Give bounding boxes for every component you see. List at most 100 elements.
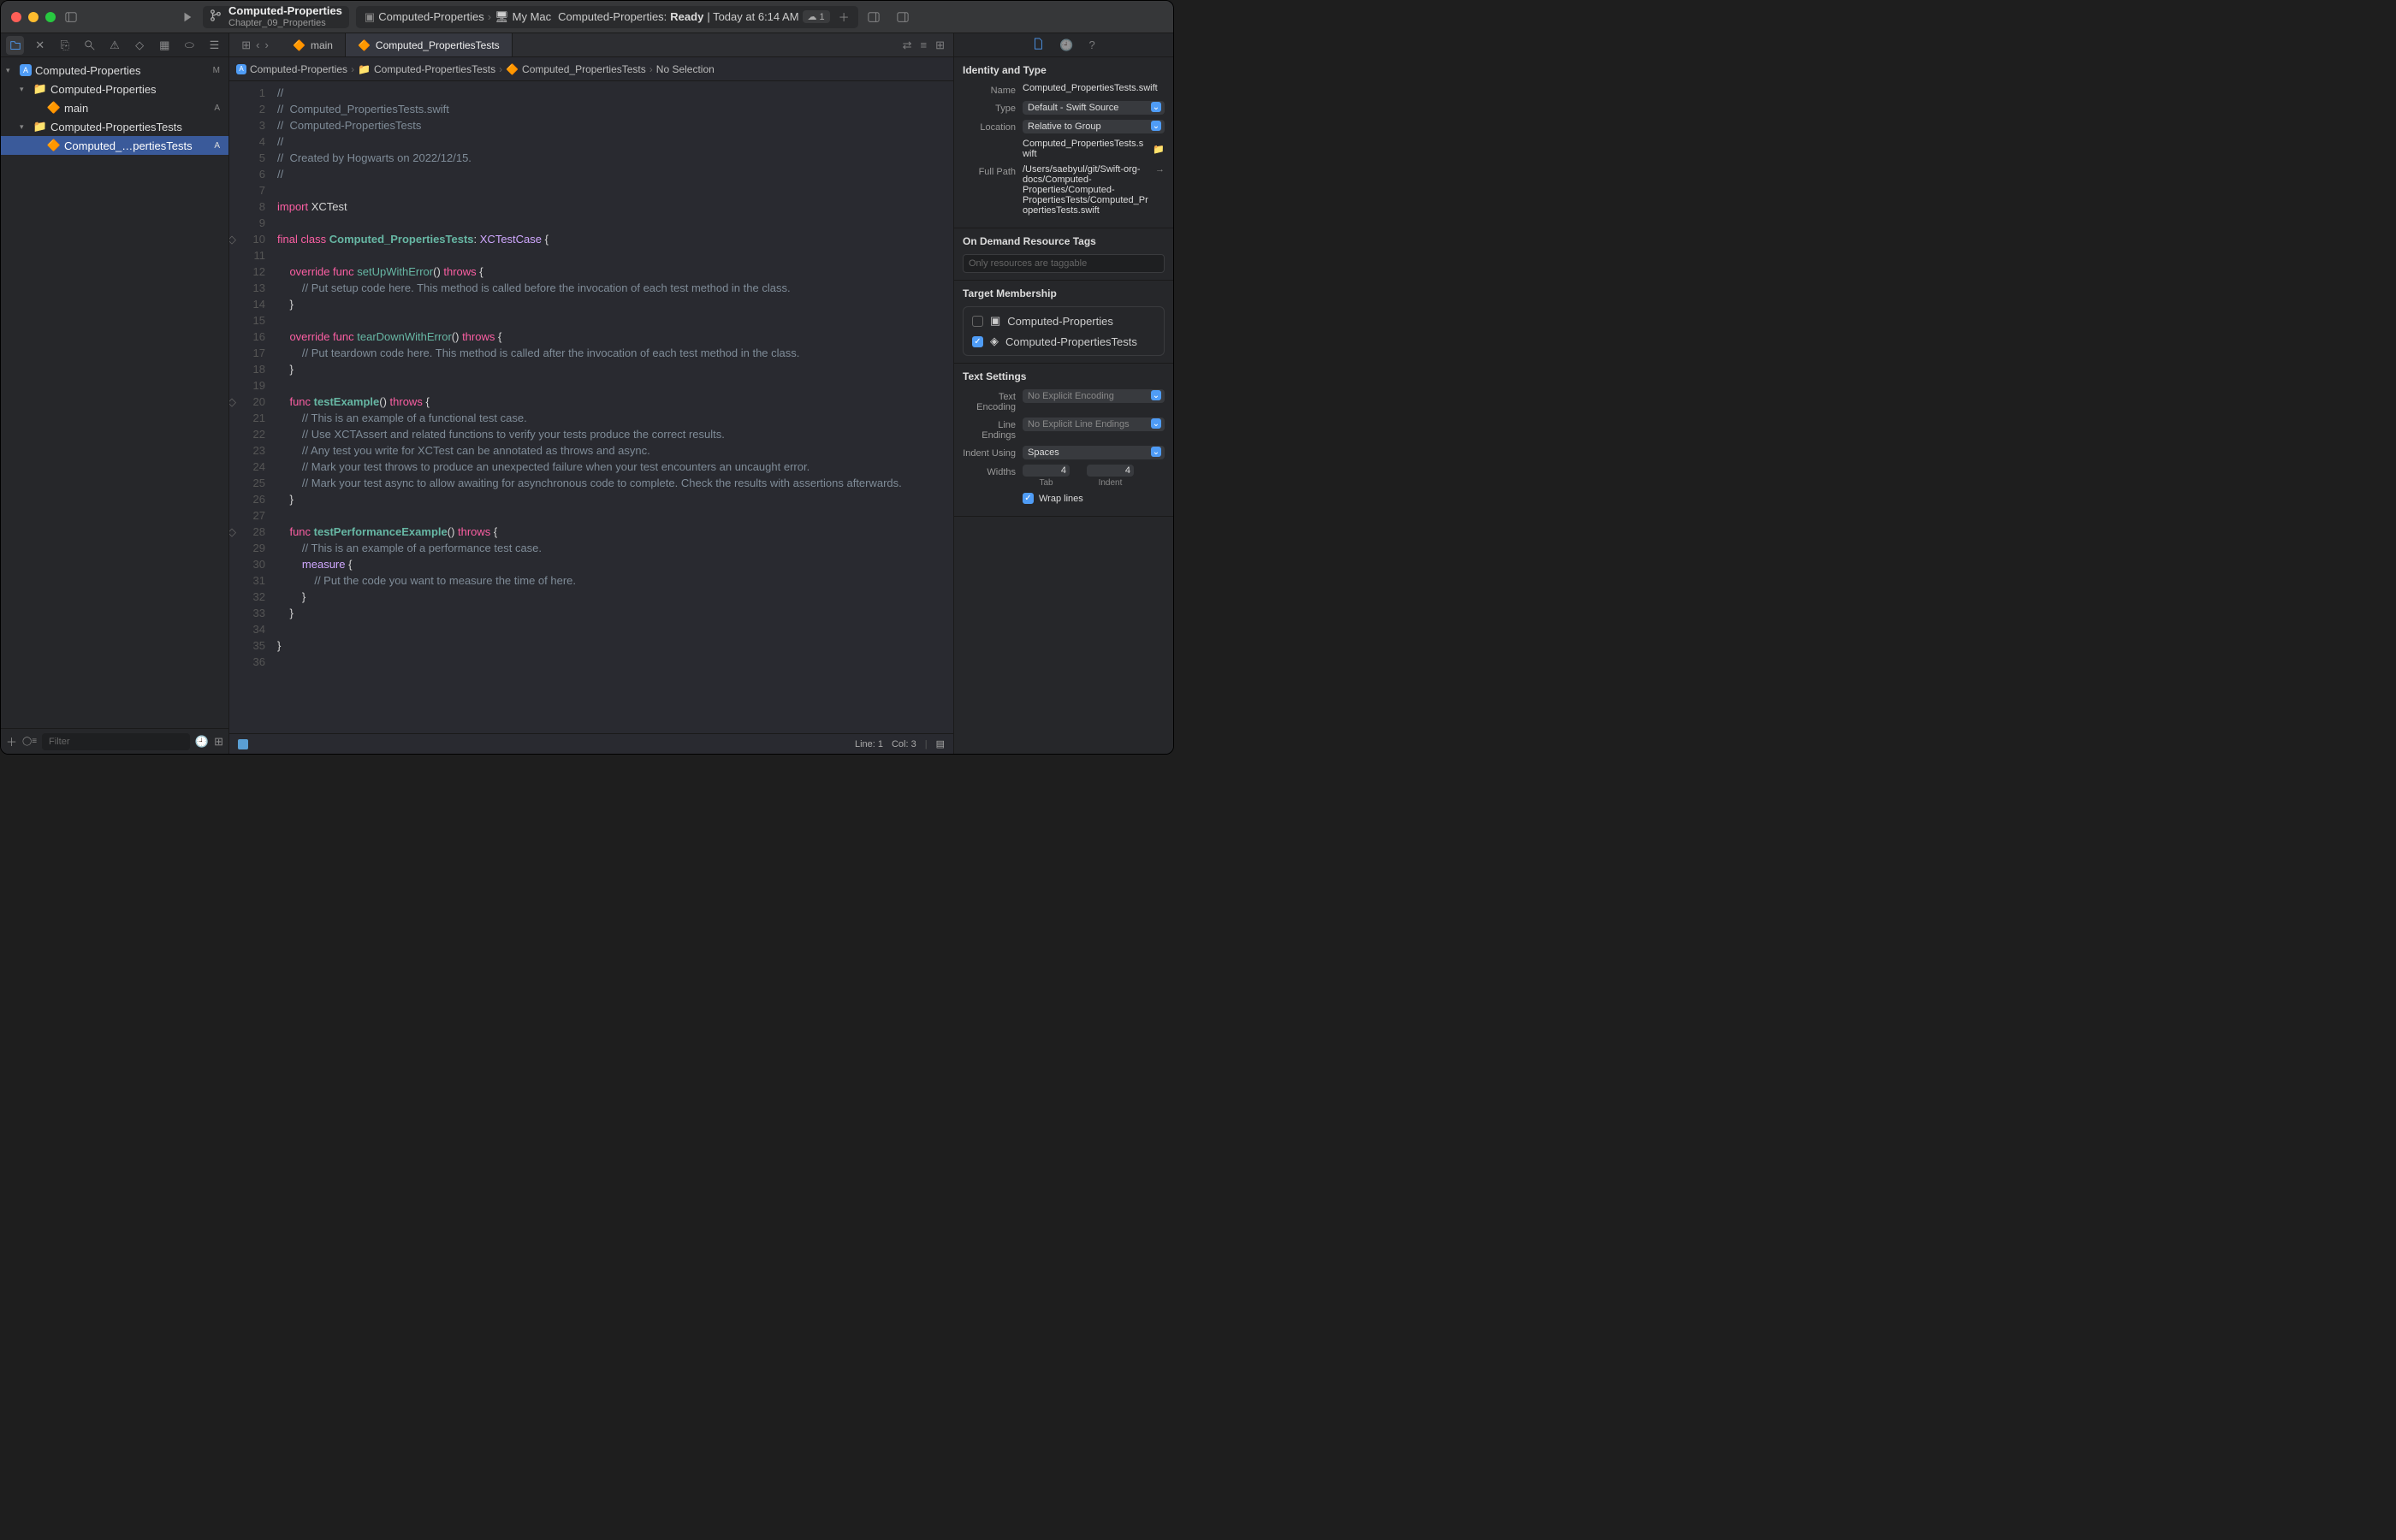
folder-icon: 📁 xyxy=(33,120,47,133)
endings-select[interactable]: No Explicit Line Endings xyxy=(1023,418,1165,431)
tree-row[interactable]: ▾AComputed-PropertiesM xyxy=(1,61,228,80)
adjust-editor-icon[interactable]: ≡ xyxy=(921,38,928,51)
recent-filter-button[interactable]: 🕘 xyxy=(195,735,209,749)
tab-width-input[interactable]: 4 xyxy=(1023,465,1070,477)
report-navigator-tab[interactable]: ☰ xyxy=(205,36,223,55)
tree-item-label: Computed-PropertiesTests xyxy=(50,121,182,133)
project-navigator-tab[interactable] xyxy=(6,36,24,55)
swift-icon: 🔶 xyxy=(47,101,61,115)
file-type-select[interactable]: Default - Swift Source xyxy=(1023,101,1165,115)
sidebar-left-toggle-icon[interactable] xyxy=(62,9,80,26)
swift-icon: 🔶 xyxy=(47,139,61,152)
breadcrumb-item[interactable]: 🔶Computed_PropertiesTests xyxy=(506,63,646,75)
close-window-button[interactable] xyxy=(11,12,21,22)
minimap-toggle-icon[interactable]: ▤ xyxy=(936,738,945,749)
cursor-col: Col: 3 xyxy=(892,739,916,749)
issue-navigator-tab[interactable]: ⚠ xyxy=(105,36,123,55)
target-row[interactable]: ✓◈Computed-PropertiesTests xyxy=(967,331,1160,352)
cloud-status[interactable]: ☁ 1 xyxy=(803,10,830,23)
sidebar-right-toggle-icon[interactable] xyxy=(894,9,911,26)
tree-item-label: Computed_…pertiesTests xyxy=(64,139,193,152)
indent-width-input[interactable]: 4 xyxy=(1087,465,1134,477)
reveal-in-finder-icon[interactable]: → xyxy=(1155,164,1165,216)
breadcrumb-item[interactable]: AComputed-Properties xyxy=(236,63,347,75)
identity-section: Identity and Type Name Computed_Properti… xyxy=(954,57,1173,228)
bookmark-navigator-tab[interactable]: ⎘ xyxy=(56,36,74,55)
source-control-navigator-tab[interactable]: ✕ xyxy=(31,36,49,55)
debug-area-toggle[interactable] xyxy=(238,739,248,749)
filter-scope-button[interactable]: ◯≡ xyxy=(22,737,37,746)
breakpoint-navigator-tab[interactable]: ⬭ xyxy=(181,36,199,55)
scheme-selector[interactable]: Computed-Properties Chapter_09_Propertie… xyxy=(203,6,349,28)
project-subtitle: Chapter_09_Properties xyxy=(228,18,342,29)
breadcrumb-label: Computed-PropertiesTests xyxy=(374,63,495,75)
maximize-window-button[interactable] xyxy=(45,12,56,22)
scheme-name[interactable]: Computed-Properties xyxy=(378,10,484,23)
test-navigator-tab[interactable]: ◇ xyxy=(131,36,149,55)
editor-status-bar: Line: 1 Col: 3 | ▤ xyxy=(229,733,953,754)
location-select[interactable]: Relative to Group xyxy=(1023,120,1165,133)
file-name-value[interactable]: Computed_PropertiesTests.swift xyxy=(1023,83,1165,93)
inspector-tabs: 🕘 ? xyxy=(954,33,1173,57)
breadcrumb-item[interactable]: No Selection xyxy=(656,63,715,75)
tree-row[interactable]: ▾📁Computed-PropertiesTests xyxy=(1,117,228,136)
back-button[interactable]: ‹ xyxy=(256,38,259,51)
help-inspector-tab[interactable]: ? xyxy=(1088,38,1094,51)
disclosure-icon[interactable]: ▾ xyxy=(6,66,16,75)
jump-bar[interactable]: AComputed-Properties›📁Computed-Propertie… xyxy=(229,57,953,81)
status-ready: Ready xyxy=(670,10,703,23)
target-checkbox[interactable]: ✓ xyxy=(972,336,983,347)
cursor-line: Line: 1 xyxy=(855,739,883,749)
disclosure-icon[interactable]: ▾ xyxy=(20,85,30,94)
run-button[interactable] xyxy=(179,9,196,26)
target-row[interactable]: ▣Computed-Properties xyxy=(967,311,1160,331)
destination-name[interactable]: My Mac xyxy=(513,10,552,23)
tree-row[interactable]: 🔶Computed_…pertiesTestsA xyxy=(1,136,228,155)
line-gutter: 1234567891011121314151617181920212223242… xyxy=(229,81,272,733)
add-file-button[interactable]: ＋ xyxy=(6,733,17,749)
minimize-window-button[interactable] xyxy=(28,12,39,22)
library-button[interactable] xyxy=(865,9,882,26)
code-content[interactable]: //// Computed_PropertiesTests.swift// Co… xyxy=(272,81,953,733)
choose-path-icon[interactable]: 📁 xyxy=(1153,144,1165,155)
fullpath-value: /Users/saebyul/git/Swift-org-docs/Comput… xyxy=(1023,164,1152,216)
project-title: Computed-Properties xyxy=(228,4,342,18)
editor-tab[interactable]: 🔶Computed_PropertiesTests xyxy=(346,33,513,56)
navigator-filter-input[interactable] xyxy=(42,733,190,750)
target-checkbox[interactable] xyxy=(972,316,983,327)
disclosure-icon[interactable]: ▾ xyxy=(20,122,30,132)
scm-filter-button[interactable]: ⊞ xyxy=(214,735,223,749)
editor-tab[interactable]: 🔶main xyxy=(281,33,346,56)
breadcrumb-label: Computed-Properties xyxy=(250,63,347,75)
find-navigator-tab[interactable] xyxy=(80,36,98,55)
debug-navigator-tab[interactable]: ▦ xyxy=(156,36,174,55)
history-inspector-tab[interactable]: 🕘 xyxy=(1059,38,1073,52)
forward-button[interactable]: › xyxy=(264,38,268,51)
editor-area: ⊞ ‹ › 🔶main🔶Computed_PropertiesTests ⇄ ≡… xyxy=(229,33,953,754)
location-label: Location xyxy=(963,120,1023,133)
tree-row[interactable]: 🔶main A xyxy=(1,98,228,117)
name-label: Name xyxy=(963,83,1023,96)
text-settings-heading: Text Settings xyxy=(963,370,1165,382)
traffic-lights xyxy=(11,12,56,22)
indent-label: Indent Using xyxy=(963,446,1023,459)
related-items-icon[interactable]: ⊞ xyxy=(241,38,251,52)
breadcrumb-item[interactable]: 📁Computed-PropertiesTests xyxy=(358,63,495,75)
tab-bar: ⊞ ‹ › 🔶main🔶Computed_PropertiesTests ⇄ ≡… xyxy=(229,33,953,57)
scm-badge: A xyxy=(214,104,220,113)
wrap-lines-checkbox[interactable]: ✓ xyxy=(1023,493,1034,504)
add-button[interactable]: ＋ xyxy=(839,9,850,25)
source-editor[interactable]: 1234567891011121314151617181920212223242… xyxy=(229,81,953,733)
breadcrumb-label: Computed_PropertiesTests xyxy=(522,63,646,75)
encoding-select[interactable]: No Explicit Encoding xyxy=(1023,389,1165,403)
add-editor-icon[interactable]: ⊞ xyxy=(935,38,945,52)
target-label: Computed-Properties xyxy=(1007,315,1113,328)
swift-icon: 🔶 xyxy=(506,63,519,75)
tree-item-label: Computed-Properties xyxy=(35,64,141,77)
file-inspector-tab[interactable] xyxy=(1032,38,1044,52)
indent-select[interactable]: Spaces xyxy=(1023,446,1165,459)
tree-item-label: main xyxy=(64,102,88,115)
status-time: | Today at 6:14 AM xyxy=(707,10,798,23)
code-review-icon[interactable]: ⇄ xyxy=(903,38,912,52)
tree-row[interactable]: ▾📁Computed-Properties xyxy=(1,80,228,98)
